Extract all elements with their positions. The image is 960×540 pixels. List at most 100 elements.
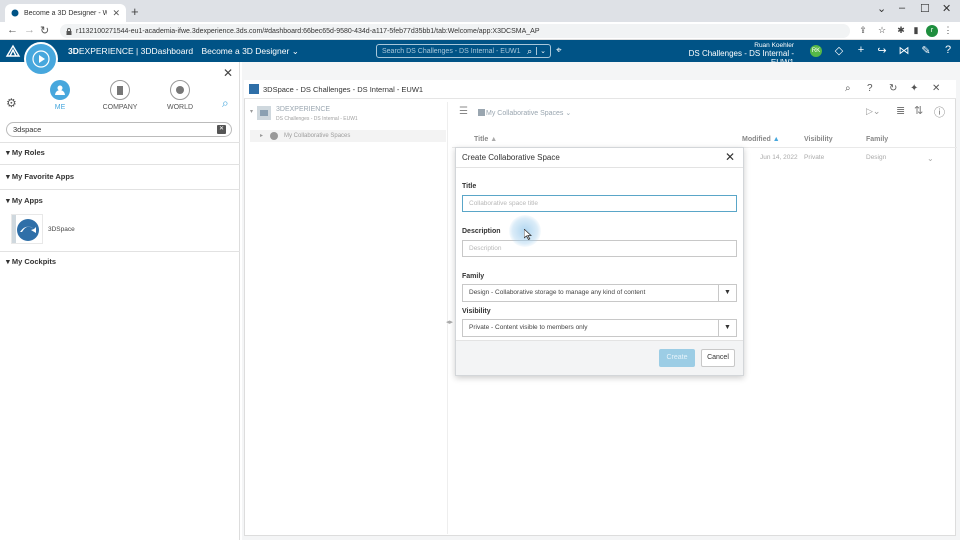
clear-icon[interactable]: ✕ [217, 125, 226, 134]
dialog-header: Create Collaborative Space ✕ [456, 148, 743, 168]
column-family[interactable]: Family [866, 136, 888, 143]
info-icon[interactable]: ⓘ [934, 104, 945, 120]
dashboard-name[interactable]: Become a 3D Designer [201, 46, 289, 56]
browser-tab[interactable]: Become a 3D Designer - Welcome ✕ [5, 4, 126, 22]
section-my-apps[interactable]: ▾ My Apps [6, 196, 43, 205]
section-my-roles[interactable]: ▾ My Roles [6, 148, 45, 157]
tree-root-sub: DS Challenges - DS Internal - EUW1 [276, 116, 358, 122]
visibility-select[interactable]: Private - Content visible to members onl… [462, 319, 737, 337]
row-family: Design [866, 154, 887, 161]
pin-icon[interactable]: ✦ [910, 83, 918, 94]
menu-icon[interactable]: ⋮ [943, 25, 953, 35]
list-view-icon[interactable]: ≣ [896, 104, 905, 117]
search-icon[interactable]: ⌕ [222, 96, 229, 111]
brand-title: 3DEXPERIENCE | 3DDashboard Become a 3D D… [68, 46, 299, 56]
close-tab-icon[interactable]: ✕ [112, 8, 120, 19]
create-collaborative-space-dialog: Create Collaborative Space ✕ Title Colla… [455, 147, 744, 376]
maximize-icon[interactable]: ☐ [920, 2, 930, 15]
chevron-down-icon[interactable]: ⌄ [536, 47, 550, 55]
tree-item[interactable]: ▸ My Collaborative Spaces [250, 130, 446, 142]
ds-logo-icon [5, 44, 21, 58]
share-icon[interactable]: ↪ [875, 44, 889, 57]
family-select[interactable]: Design - Collaborative storage to manage… [462, 284, 737, 302]
reload-icon[interactable]: ↻ [40, 24, 49, 37]
chevron-down-icon[interactable]: ▼ [718, 285, 736, 301]
close-icon[interactable]: ✕ [932, 83, 940, 94]
app-tile-3dspace[interactable] [11, 214, 43, 244]
menu-icon[interactable]: ☰ [459, 106, 468, 117]
family-label: Family [462, 273, 485, 280]
search-icon[interactable]: ⌕ [845, 83, 851, 94]
app-label[interactable]: 3DSpace [48, 226, 75, 233]
network-icon[interactable]: ⋈ [897, 44, 911, 57]
collab-space-icon [478, 109, 485, 116]
title-input[interactable]: Collaborative space title [462, 195, 737, 212]
user-name: Ruan Koehler [754, 42, 794, 49]
search-icon[interactable]: ⌕ [527, 46, 536, 57]
chevron-down-icon[interactable]: ▾ [250, 108, 253, 115]
title-label: Title [462, 183, 477, 190]
splitter-handle[interactable]: ◂▸ [446, 318, 453, 326]
add-icon[interactable]: + [854, 44, 868, 56]
3dspace-icon [249, 84, 259, 94]
browser-tab-bar: Become a 3D Designer - Welcome ✕ + ⌄ – ☐… [0, 0, 960, 22]
minimize-icon[interactable]: – [899, 2, 905, 14]
close-icon[interactable]: ✕ [725, 150, 735, 164]
refresh-icon[interactable]: ↻ [889, 83, 897, 94]
tools-icon[interactable]: ✎ [919, 44, 933, 57]
globe-icon [170, 80, 190, 100]
avatar[interactable]: RK [810, 45, 822, 57]
new-tab-icon[interactable]: + [131, 4, 139, 19]
3dspace-icon [12, 215, 42, 243]
chevron-down-icon[interactable]: ⌄ [877, 2, 886, 15]
chevron-down-icon[interactable]: ⌄ [927, 154, 934, 163]
sort-icon[interactable]: ⇅ [914, 104, 923, 117]
profile-avatar[interactable]: r [926, 25, 938, 37]
notification-icon[interactable]: ◇ [832, 44, 846, 57]
close-panel-icon[interactable]: ✕ [223, 66, 233, 80]
create-button[interactable]: Create [659, 349, 695, 367]
filter-icon[interactable]: ▷⌄ [866, 106, 880, 117]
star-icon[interactable]: ☆ [877, 25, 887, 35]
collab-space-icon [270, 132, 278, 140]
browser-tab-title: Become a 3D Designer - Welcome [24, 9, 108, 17]
tab-me[interactable]: ME [46, 80, 74, 111]
share-icon[interactable]: ⇪ [858, 25, 868, 35]
url-text: r1132100271544-eu1-academia-ifwe.3dexper… [76, 27, 540, 35]
description-label: Description [462, 228, 501, 235]
extension-icon[interactable]: ✱ [896, 25, 906, 35]
gear-icon[interactable]: ⚙ [6, 96, 17, 110]
search-input[interactable]: Search DS Challenges - DS Internal - EUW… [376, 44, 551, 58]
column-visibility[interactable]: Visibility [804, 136, 833, 143]
chevron-right-icon[interactable]: ▸ [260, 130, 263, 142]
close-window-icon[interactable]: ✕ [942, 2, 951, 15]
column-title[interactable]: Title ▲ [474, 136, 497, 143]
help-icon[interactable]: ? [867, 83, 873, 94]
sidebar-icon[interactable]: ▮ [911, 25, 921, 35]
favicon-icon [11, 9, 19, 17]
description-input[interactable]: Description [462, 240, 737, 257]
tab-world[interactable]: WORLD [164, 80, 196, 111]
address-bar[interactable]: r1132100271544-eu1-academia-ifwe.3dexper… [60, 24, 850, 38]
dialog-footer [456, 340, 743, 375]
forward-icon[interactable]: → [24, 24, 35, 36]
help-icon[interactable]: ? [941, 44, 955, 56]
row-visibility: Private [804, 154, 825, 161]
section-favorite-apps[interactable]: ▾ My Favorite Apps [6, 172, 74, 181]
app-search-input[interactable]: 3dspace ✕ [6, 122, 232, 137]
lock-icon [66, 27, 72, 35]
section-my-cockpits[interactable]: ▾ My Cockpits [6, 257, 56, 266]
navigation-tree: ▾ 3DEXPERIENCE DS Challenges - DS Intern… [248, 102, 448, 534]
column-modified[interactable]: Modified ▲ [742, 136, 780, 143]
dialog-title: Create Collaborative Space [462, 153, 560, 162]
back-icon[interactable]: ← [7, 24, 18, 36]
tree-root[interactable]: 3DEXPERIENCE [276, 106, 330, 113]
tab-company[interactable]: COMPANY [100, 80, 140, 111]
window-title: 3DSpace - DS Challenges - DS Internal - … [263, 85, 424, 94]
chevron-down-icon[interactable]: ⌄ [292, 46, 299, 56]
compass-button[interactable] [24, 42, 58, 76]
toolbar-label[interactable]: My Collaborative Spaces ⌄ [486, 109, 571, 117]
cancel-button[interactable]: Cancel [701, 349, 735, 367]
chevron-down-icon[interactable]: ▼ [718, 320, 736, 336]
tag-icon[interactable]: ⌖ [556, 45, 562, 56]
